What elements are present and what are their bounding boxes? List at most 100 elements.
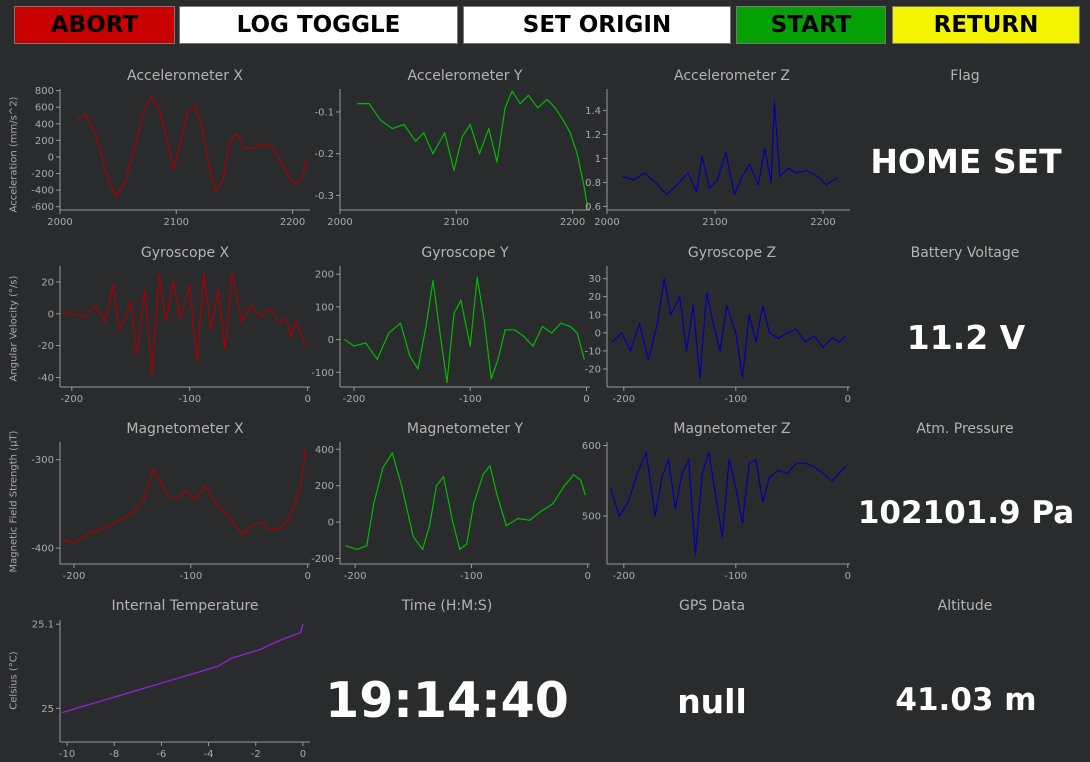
x-tick-label: -200 [63,571,86,582]
data-point [150,96,152,98]
data-point [552,503,554,505]
data-point [461,136,463,138]
data-point [299,632,302,634]
data-point [822,346,824,348]
data-point [432,280,434,282]
data-point [676,184,678,186]
data-point [231,657,233,659]
data-point [647,359,650,361]
data-point [269,529,271,532]
data-point [166,139,168,141]
data-point [364,342,367,344]
x-tick-label: -200 [343,394,366,405]
data-point [633,179,635,181]
data-point [241,534,243,536]
data-point [215,191,217,193]
series-line [623,100,838,196]
x-tick-label: 0 [845,571,851,582]
data-point [245,653,247,655]
data-point [356,103,359,105]
y-tick-label: -10 [585,346,601,357]
y-axis-label: Angular Velocity (°/s) [8,275,20,382]
data-point [768,476,770,478]
data-point [217,289,219,291]
return-button[interactable]: RETURN [892,6,1080,44]
data-point [376,358,378,360]
set-origin-button[interactable]: SET ORIGIN [463,6,731,44]
x-tick-label: -100 [178,394,201,405]
x-tick-label: 2100 [702,217,727,228]
data-point [174,678,177,680]
data-point [217,665,219,667]
data-point [204,485,206,487]
y-axis-label: Acceleration (mm/s^2) [8,96,20,213]
x-tick-label: -100 [724,394,747,405]
data-point [112,284,114,286]
data-point [692,305,694,307]
temp-plot: 25.1 25 -10 -8 -6 -4 -2 0 [32,620,310,760]
y-tick-label: 0 [328,335,334,346]
data-point [511,90,513,92]
data-point [412,536,414,538]
data-point [757,184,759,186]
data-point [779,175,781,178]
y-tick-label: -20 [38,341,54,352]
data-point [496,494,498,496]
mag-y-plot: 4002000-200-200 -100 0 [311,442,591,582]
data-point [115,196,117,198]
data-point [701,155,703,157]
data-point [694,554,697,556]
data-point [295,498,297,501]
data-point [403,123,405,126]
data-point [483,319,485,321]
y-tick-label: 20 [41,277,54,288]
data-point [645,451,647,454]
data-point [804,462,806,464]
y-tick-label: 1.2 [585,130,601,141]
x-tick-label: -100 [460,571,483,582]
accel-x-title: Accelerometer X [126,68,243,84]
flag-value: HOME SET [870,142,1062,181]
mag-z-plot: 600 500 -200 -100 0 [582,441,851,582]
data-point [187,110,189,112]
data-point [428,525,431,527]
data-point [76,119,79,121]
start-button[interactable]: START [736,6,886,44]
data-point [278,321,280,323]
data-point [497,358,499,360]
y-tick-label: 600 [582,441,601,452]
data-point [638,323,641,325]
data-point [696,191,698,193]
data-point [90,703,92,705]
data-point [108,525,110,527]
gyro-y-plot: 2001000-100-200 -100 0 [311,266,590,405]
data-point [490,378,492,380]
data-point [104,699,106,701]
altitude-title: Altitude [937,598,993,614]
altitude-value: 41.03 m [895,682,1037,718]
data-point [166,494,169,496]
data-point [833,179,835,181]
y-tick-label: 0 [48,309,54,320]
data-point [708,451,710,454]
data-point [627,501,629,503]
data-point [73,313,75,315]
pressure-value: 102101.9 Pa [857,495,1075,531]
data-point [478,153,481,155]
data-point [84,113,87,115]
data-point [611,341,614,343]
y-tick-label: 0.8 [585,178,601,189]
data-point [786,473,788,475]
x-tick-label: -4 [204,749,214,760]
y-tick-label: 10 [588,310,601,321]
data-point [679,296,681,298]
data-point [488,128,490,130]
abort-button[interactable]: ABORT [14,6,175,44]
data-point [777,337,779,339]
data-point [655,181,657,184]
log-toggle-button[interactable]: LOG TOGGLE [179,6,458,44]
data-point [517,517,519,520]
data-point [250,525,253,527]
y-tick-label: -300 [31,455,54,466]
data-point [681,473,683,475]
